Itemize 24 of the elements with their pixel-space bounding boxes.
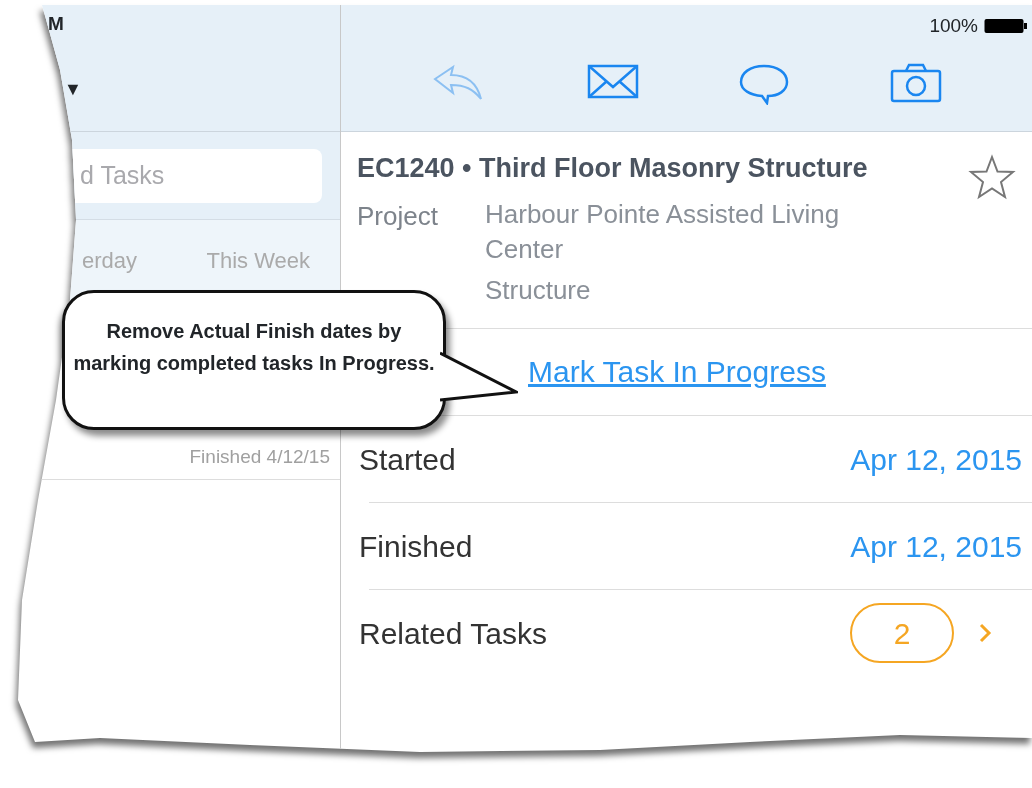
- date-value[interactable]: Apr 12, 2015: [850, 523, 1022, 569]
- speech-bubble-icon[interactable]: [738, 62, 791, 105]
- camera-icon[interactable]: [890, 62, 943, 103]
- star-icon[interactable]: [968, 154, 1016, 200]
- field-value: Harbour Pointe Assisted Living Center: [485, 197, 841, 266]
- row-label: Started: [359, 441, 456, 478]
- task-status: Finished 4/12/15: [189, 444, 330, 469]
- battery-percent: 100%: [929, 14, 978, 38]
- row-label: Finished: [359, 528, 473, 565]
- callout-bubble: Remove Actual Finish dates by marking completed tasks In Progress.: [62, 290, 446, 430]
- segment-tab[interactable]: This Week: [206, 243, 310, 277]
- mail-icon[interactable]: [586, 62, 639, 99]
- task-title: EC1240 • Third Floor Masonry Structure: [357, 152, 869, 185]
- row-label: Related Tasks: [359, 615, 547, 652]
- field-label: Project: [357, 199, 439, 233]
- count-badge[interactable]: 2: [850, 603, 954, 663]
- status-time: M: [48, 12, 64, 36]
- chevron-icon[interactable]: [978, 622, 992, 644]
- dropdown-caret[interactable]: ▼: [64, 76, 82, 103]
- field-value: Structure: [485, 273, 592, 307]
- mark-in-progress-link[interactable]: Mark Task In Progress: [528, 349, 826, 394]
- segment-tab[interactable]: erday: [82, 243, 138, 277]
- date-value[interactable]: Apr 12, 2015: [850, 436, 1022, 482]
- battery-icon: [984, 18, 1028, 35]
